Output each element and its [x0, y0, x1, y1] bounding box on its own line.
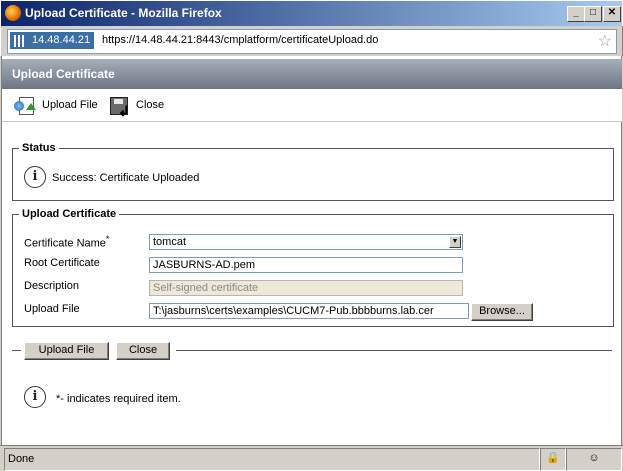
- toolbar: Upload File ↲ Close: [2, 89, 622, 122]
- root-certificate-input[interactable]: JASBURNS-AD.pem: [149, 257, 463, 273]
- upload-file-input[interactable]: T:\jasburns\certs\examples\CUCM7-Pub.bbb…: [149, 303, 469, 319]
- info-icon: i: [24, 386, 46, 408]
- toolbar-upload-label: Upload File: [42, 99, 98, 111]
- divider-right: [176, 350, 612, 351]
- lock-icon[interactable]: 🔒: [540, 448, 566, 471]
- url-text[interactable]: https://14.48.44.21:8443/cmplatform/cert…: [102, 34, 378, 46]
- page-title: Upload Certificate: [12, 67, 115, 81]
- url-field[interactable]: 14.48.44.21 https://14.48.44.21:8443/cmp…: [7, 29, 617, 54]
- firefox-icon: [5, 5, 21, 21]
- status-legend: Status: [22, 142, 56, 154]
- close-window-button[interactable]: ✕: [603, 6, 621, 22]
- browse-button[interactable]: Browse...: [471, 303, 533, 321]
- toolbar-upload-file-button[interactable]: Upload File: [14, 93, 98, 117]
- addon-face-icon[interactable]: ☺: [566, 448, 622, 471]
- window-title: Upload Certificate - Mozilla Firefox: [25, 6, 222, 20]
- certificate-name-value: tomcat: [153, 236, 187, 248]
- toolbar-close-label: Close: [136, 99, 165, 111]
- bookmark-star-icon[interactable]: ☆: [598, 31, 612, 51]
- upload-file-label: Upload File: [24, 303, 80, 315]
- certificate-name-select[interactable]: tomcat ▼: [149, 234, 463, 250]
- status-bar-main-cell: [4, 448, 540, 471]
- maximize-button[interactable]: □: [584, 6, 602, 22]
- toolbar-close-button[interactable]: ↲ Close: [108, 93, 165, 119]
- page-content: Upload Certificate Upload File ↲ Close S…: [1, 56, 622, 445]
- required-note: *- indicates required item.: [56, 393, 181, 405]
- page-header: Upload Certificate: [2, 59, 622, 89]
- upload-file-button[interactable]: Upload File: [24, 342, 109, 360]
- close-button[interactable]: Close: [116, 342, 170, 360]
- browser-status-bar: Done 🔒 ☺: [0, 445, 623, 471]
- description-label: Description: [24, 280, 80, 292]
- divider-left: [12, 350, 21, 351]
- upload-certificate-legend: Upload Certificate: [22, 208, 117, 220]
- description-input: Self-signed certificate: [149, 280, 463, 296]
- close-floppy-icon: ↲: [108, 95, 130, 119]
- address-bar-area: 14.48.44.21 https://14.48.44.21:8443/cmp…: [0, 26, 623, 56]
- signal-icon: [14, 35, 27, 47]
- site-identity-label: 14.48.44.21: [32, 34, 91, 46]
- info-icon: i: [24, 166, 46, 188]
- minimize-button[interactable]: _: [567, 6, 585, 22]
- window-titlebar[interactable]: Upload Certificate - Mozilla Firefox _ □…: [0, 0, 623, 26]
- site-identity-button[interactable]: 14.48.44.21: [10, 32, 95, 49]
- chevron-down-icon[interactable]: ▼: [449, 236, 461, 248]
- certificate-name-label: Certificate Name*: [24, 234, 110, 250]
- status-message: Success: Certificate Uploaded: [52, 172, 200, 184]
- required-asterisk: *: [105, 234, 110, 244]
- upload-file-icon: [14, 95, 36, 115]
- root-certificate-label: Root Certificate: [24, 257, 100, 269]
